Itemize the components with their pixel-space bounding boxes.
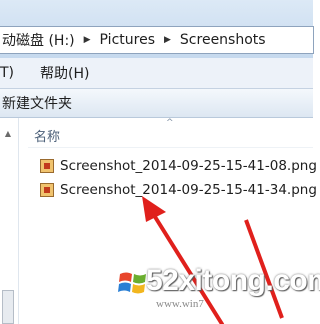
windows-logo-icon bbox=[118, 272, 146, 294]
png-image-icon bbox=[40, 183, 54, 197]
file-name: Screenshot_2014-09-25-15-41-08.png bbox=[60, 158, 317, 174]
sort-ascending-icon: ^ bbox=[166, 118, 174, 128]
file-list-item[interactable]: Screenshot_2014-09-25-15-41-34.png bbox=[40, 179, 317, 201]
command-bar: 新建文件夹 bbox=[0, 89, 313, 118]
address-bar[interactable]: 动磁盘 (H:) ▶ Pictures ▶ Screenshots bbox=[0, 26, 314, 54]
breadcrumb-separator-icon[interactable]: ▶ bbox=[158, 35, 177, 45]
breadcrumb-drive[interactable]: 动磁盘 (H:) bbox=[0, 30, 78, 50]
watermark-subtext: www.win7 bbox=[156, 298, 204, 310]
column-header-name[interactable]: 名称 bbox=[34, 126, 60, 145]
file-name: Screenshot_2014-09-25-15-41-34.png bbox=[60, 182, 317, 198]
menu-help[interactable]: 帮助(H) bbox=[24, 63, 99, 83]
scroll-up-arrow-icon[interactable]: ▲ bbox=[2, 126, 14, 140]
column-divider bbox=[28, 147, 313, 148]
navigation-pane: ▲ bbox=[0, 118, 19, 324]
new-folder-button[interactable]: 新建文件夹 bbox=[0, 93, 72, 113]
menu-tools[interactable]: T) bbox=[0, 65, 24, 81]
menu-bar: T) 帮助(H) bbox=[0, 58, 313, 89]
scrollbar-thumb[interactable] bbox=[2, 290, 14, 324]
watermark-text: 52xitong.com bbox=[146, 264, 320, 297]
breadcrumb-pictures[interactable]: Pictures bbox=[97, 32, 158, 48]
png-image-icon bbox=[40, 159, 54, 173]
address-bar-area: 动磁盘 (H:) ▶ Pictures ▶ Screenshots bbox=[0, 0, 314, 58]
watermark: 52xitong.com www.win7 bbox=[118, 250, 320, 310]
file-list-item[interactable]: Screenshot_2014-09-25-15-41-08.png bbox=[40, 155, 317, 177]
breadcrumb-screenshots[interactable]: Screenshots bbox=[177, 32, 269, 48]
breadcrumb-separator-icon[interactable]: ▶ bbox=[78, 35, 97, 45]
